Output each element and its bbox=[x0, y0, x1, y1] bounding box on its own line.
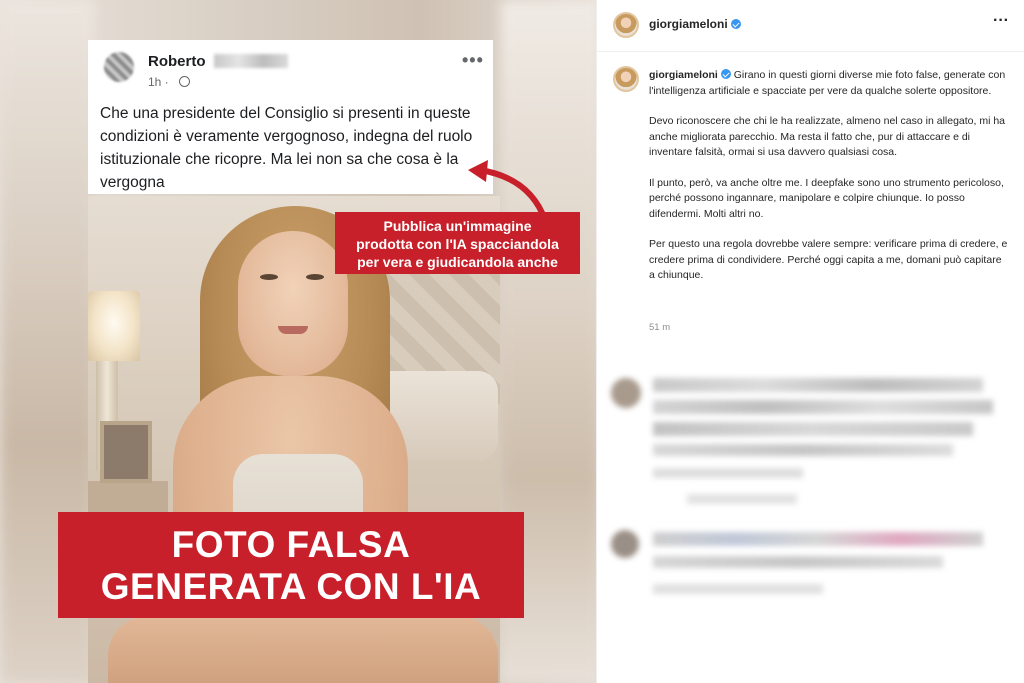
verified-icon bbox=[720, 69, 731, 79]
blurred-comment-avatar bbox=[611, 530, 639, 558]
blurred-surname bbox=[214, 54, 288, 68]
blurred-comment-text bbox=[653, 422, 973, 436]
caption-avatar[interactable] bbox=[613, 66, 639, 92]
caption-paragraph-4: Per questo una regola dovrebbe valere se… bbox=[649, 238, 1008, 281]
lamp-shade bbox=[88, 291, 140, 361]
caption-username[interactable]: giorgiameloni bbox=[649, 69, 718, 81]
caption-paragraph-2: Devo riconoscere che chi le ha realizzat… bbox=[649, 115, 1006, 158]
right-eye bbox=[306, 274, 324, 280]
avatar[interactable] bbox=[613, 12, 639, 38]
facebook-comment-card: Roberto 1h · ••• Che una presidente del … bbox=[88, 40, 493, 194]
verified-icon bbox=[730, 19, 741, 29]
comment-text: Che una presidente del Consiglio si pres… bbox=[100, 105, 473, 191]
blurred-comment-avatar bbox=[611, 378, 641, 408]
blurred-comment-text bbox=[653, 556, 943, 568]
comment-author: Roberto bbox=[148, 53, 206, 70]
fake-photo-banner: FOTO FALSA GENERATA CON L'IA bbox=[58, 512, 524, 618]
instagram-post-panel: giorgiameloni ··· giorgiameloni Girano i… bbox=[596, 0, 1024, 683]
username-link[interactable]: giorgiameloni bbox=[649, 17, 741, 31]
left-eye bbox=[260, 274, 278, 280]
blurred-comment-text bbox=[653, 378, 983, 392]
mouth bbox=[278, 326, 308, 334]
globe-icon bbox=[179, 76, 190, 87]
post-image: Roberto 1h · ••• Che una presidente del … bbox=[0, 0, 600, 683]
more-options-icon[interactable]: ••• bbox=[462, 50, 484, 71]
blurred-comment-text bbox=[653, 532, 983, 546]
picture-frame bbox=[100, 421, 152, 483]
blurred-comment-meta bbox=[687, 494, 797, 504]
legs bbox=[108, 616, 498, 683]
more-options-icon[interactable]: ··· bbox=[993, 12, 1009, 30]
caption-paragraph-3: Il punto, però, va anche oltre me. I dee… bbox=[649, 176, 1004, 220]
post-time: 51 m bbox=[649, 322, 671, 333]
comment-time: 1h · bbox=[148, 75, 169, 89]
blurred-comment-meta bbox=[653, 584, 823, 594]
blurred-comment-text bbox=[653, 400, 993, 414]
blurred-avatar bbox=[104, 52, 134, 82]
face bbox=[238, 231, 348, 376]
blurred-comment-text bbox=[653, 444, 953, 456]
username-text: giorgiameloni bbox=[649, 17, 728, 31]
red-callout: Pubblica un'immagine prodotta con l'IA s… bbox=[335, 212, 580, 274]
caption-paragraph: giorgiameloni Girano in questi giorni di… bbox=[649, 68, 1009, 99]
caption: giorgiameloni Girano in questi giorni di… bbox=[649, 68, 1009, 299]
post-header: giorgiameloni ··· bbox=[597, 0, 1024, 52]
blurred-comment-meta bbox=[653, 468, 803, 478]
